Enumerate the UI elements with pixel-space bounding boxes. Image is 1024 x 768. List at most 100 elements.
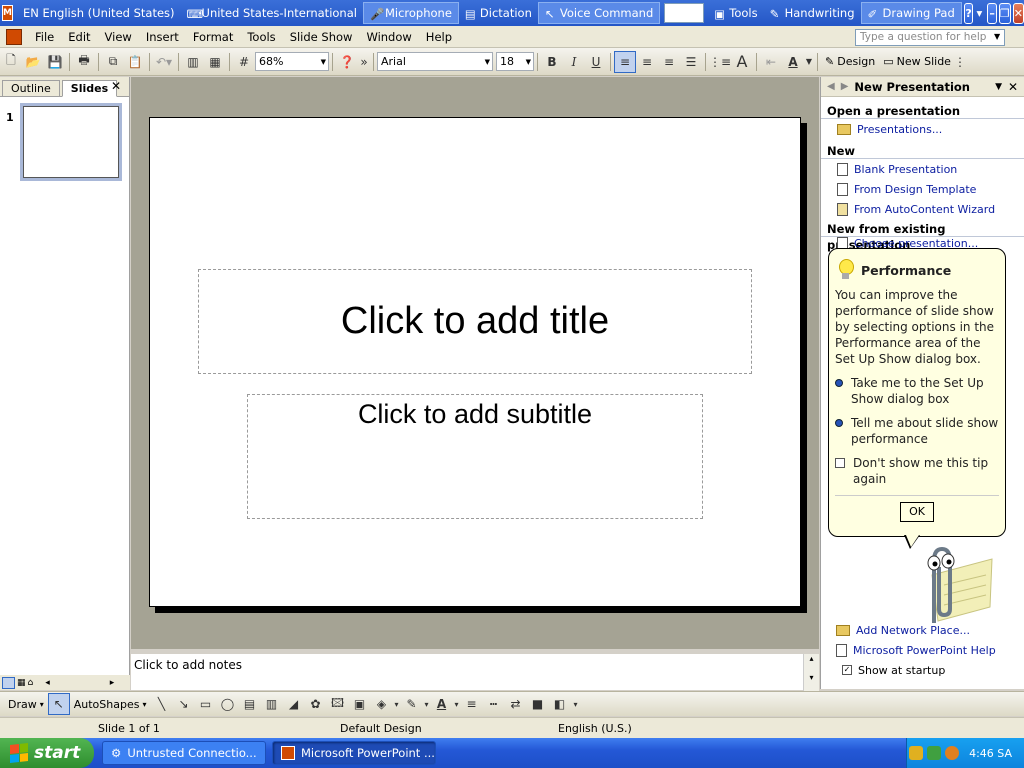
slide-thumbnail[interactable] bbox=[20, 103, 122, 181]
scroll-up-icon[interactable]: ▴ bbox=[804, 654, 819, 663]
tab-slides[interactable]: Slides bbox=[61, 80, 118, 97]
chevron-down-icon[interactable]: ▾ bbox=[422, 693, 430, 715]
font-color-icon[interactable]: A bbox=[782, 51, 804, 73]
toolbar-options-icon[interactable]: ⋮ bbox=[954, 51, 966, 73]
close-icon[interactable]: ✕ bbox=[111, 79, 121, 93]
bullets-icon[interactable]: ⋮≡ bbox=[709, 51, 731, 73]
show-at-startup-checkbox[interactable]: ✓ Show at startup bbox=[826, 660, 1022, 680]
save-icon[interactable]: 💾 bbox=[44, 51, 66, 73]
link-autocontent-wizard[interactable]: From AutoContent Wizard bbox=[821, 199, 1024, 219]
toolbar-options-icon[interactable]: » bbox=[358, 51, 370, 73]
subtitle-placeholder[interactable]: Click to add subtitle bbox=[247, 394, 703, 519]
align-center-icon[interactable]: ≡ bbox=[636, 51, 658, 73]
restore-button[interactable]: ❐ bbox=[998, 2, 1011, 24]
notes-scrollbar[interactable]: ▴ ▾ bbox=[803, 654, 819, 692]
link-powerpoint-help[interactable]: Microsoft PowerPoint Help bbox=[826, 640, 1022, 660]
lang-drawing-pad-button[interactable]: ✐ Drawing Pad bbox=[860, 2, 962, 24]
line-style-icon[interactable]: ≡ bbox=[460, 693, 482, 715]
insert-table-icon[interactable]: ▦ bbox=[204, 51, 226, 73]
lang-voice-command-button[interactable]: ↖ Voice Command bbox=[537, 2, 661, 24]
scroll-right-icon[interactable]: ▸ bbox=[110, 678, 115, 688]
chevron-down-icon[interactable]: ▼ bbox=[804, 51, 814, 73]
increase-font-icon[interactable]: A bbox=[731, 51, 753, 73]
menu-edit[interactable]: Edit bbox=[61, 30, 97, 44]
select-objects-icon[interactable]: ↖ bbox=[47, 693, 70, 715]
link-presentations[interactable]: Presentations... bbox=[821, 119, 1024, 139]
textbox-icon[interactable]: ▤ bbox=[238, 693, 260, 715]
lang-options-button[interactable]: ▾ bbox=[973, 2, 985, 24]
rectangle-icon[interactable]: ▭ bbox=[194, 693, 216, 715]
chevron-down-icon[interactable]: ▼ bbox=[995, 82, 1002, 92]
insert-picture-icon[interactable]: 🖾 bbox=[326, 693, 348, 715]
wordart-icon[interactable]: ▥ bbox=[260, 693, 282, 715]
design-button[interactable]: ✎ Design bbox=[821, 55, 879, 68]
option-setup-show[interactable]: Take me to the Set Up Show dialog box bbox=[835, 375, 999, 407]
autoshapes-button[interactable]: AutoShapes ▾ bbox=[70, 698, 151, 711]
image-icon[interactable]: ▣ bbox=[348, 693, 370, 715]
open-icon[interactable]: 📂 bbox=[22, 51, 44, 73]
font-select[interactable]: Arial ▼ bbox=[377, 52, 493, 71]
taskbar-item-untrusted-connection[interactable]: ⚙ Untrusted Connectio... bbox=[102, 741, 266, 765]
slide-sorter-icon[interactable]: ▦ bbox=[17, 678, 26, 688]
align-left-icon[interactable]: ≡ bbox=[614, 50, 636, 73]
diagram-icon[interactable]: ◢ bbox=[282, 693, 304, 715]
chevron-down-icon[interactable]: ▼ bbox=[994, 32, 1000, 41]
font-color-icon[interactable]: A bbox=[430, 693, 452, 715]
start-button[interactable]: start bbox=[0, 738, 94, 768]
document-icon[interactable] bbox=[6, 28, 22, 45]
minimize-button[interactable]: – bbox=[987, 2, 997, 24]
link-add-network-place[interactable]: Add Network Place... bbox=[826, 620, 1022, 640]
taskbar-item-powerpoint[interactable]: Microsoft PowerPoint ... bbox=[272, 741, 436, 765]
back-arrow-icon[interactable]: ◀ bbox=[827, 81, 835, 92]
fill-color-icon[interactable]: ◈ bbox=[370, 693, 392, 715]
title-placeholder[interactable]: Click to add title bbox=[198, 269, 752, 374]
draw-menu-button[interactable]: Draw ▾ bbox=[4, 698, 48, 711]
menu-slide-show[interactable]: Slide Show bbox=[283, 30, 360, 44]
lang-microphone-button[interactable]: 🎤 Microphone bbox=[362, 2, 459, 24]
undo-icon[interactable]: ↶▾ bbox=[153, 51, 175, 73]
menu-view[interactable]: View bbox=[98, 30, 139, 44]
normal-view-icon[interactable] bbox=[2, 676, 15, 689]
lang-english[interactable]: EN English (United States) bbox=[17, 2, 181, 24]
oval-icon[interactable]: ◯ bbox=[216, 693, 238, 715]
line-icon[interactable]: ╲ bbox=[150, 693, 172, 715]
lang-status-field[interactable] bbox=[664, 3, 705, 23]
menu-help[interactable]: Help bbox=[419, 30, 459, 44]
security-shield-icon[interactable] bbox=[909, 746, 924, 760]
lang-dictation-button[interactable]: ▤ Dictation bbox=[459, 2, 538, 24]
decrease-indent-icon[interactable]: ⇤ bbox=[760, 51, 782, 73]
3d-icon[interactable]: ◧ bbox=[548, 693, 570, 715]
show-grid-icon[interactable]: # bbox=[233, 51, 255, 73]
arrow-style-icon[interactable]: ⇄ bbox=[504, 693, 526, 715]
zoom-select[interactable]: 68% ▼ bbox=[255, 52, 329, 71]
lang-keyboard-intl[interactable]: ⌨ United States-International bbox=[181, 2, 363, 24]
menu-window[interactable]: Window bbox=[359, 30, 418, 44]
justify-icon[interactable]: ☰ bbox=[680, 51, 702, 73]
menu-file[interactable]: File bbox=[28, 30, 61, 44]
font-size-select[interactable]: 18 ▼ bbox=[496, 52, 534, 71]
ok-button[interactable]: OK bbox=[900, 502, 934, 522]
tab-outline[interactable]: Outline bbox=[2, 80, 60, 96]
notes-pane[interactable]: Click to add notes ▴ ▾ bbox=[131, 652, 819, 692]
checkbox[interactable]: ✓ bbox=[842, 665, 852, 675]
option-performance-help[interactable]: Tell me about slide show performance bbox=[835, 415, 999, 447]
forward-arrow-icon[interactable]: ▶ bbox=[841, 81, 849, 92]
link-blank-presentation[interactable]: Blank Presentation bbox=[821, 159, 1024, 179]
align-right-icon[interactable]: ≡ bbox=[658, 51, 680, 73]
chevron-down-icon[interactable]: ▾ bbox=[452, 693, 460, 715]
clipart-icon[interactable]: ✿ bbox=[304, 693, 326, 715]
arrow-icon[interactable]: ↘ bbox=[172, 693, 194, 715]
print-icon[interactable]: 🖶 bbox=[73, 51, 95, 73]
link-design-template[interactable]: From Design Template bbox=[821, 179, 1024, 199]
clock[interactable]: 4:46 SA bbox=[969, 747, 1012, 760]
help-question-input[interactable]: Type a question for help bbox=[855, 29, 1005, 46]
help-window-button[interactable]: ? bbox=[963, 2, 974, 24]
bold-button[interactable]: B bbox=[541, 51, 563, 73]
underline-button[interactable]: U bbox=[585, 51, 607, 73]
help-icon[interactable]: ❓ bbox=[336, 51, 358, 73]
lang-handwriting-button[interactable]: ✎ Handwriting bbox=[764, 2, 861, 24]
option-dont-show-tip[interactable]: Don't show me this tip again bbox=[835, 455, 999, 487]
close-icon[interactable]: ✕ bbox=[1008, 80, 1018, 94]
lang-tools-button[interactable]: ▣ Tools bbox=[708, 2, 763, 24]
menu-tools[interactable]: Tools bbox=[240, 30, 282, 44]
